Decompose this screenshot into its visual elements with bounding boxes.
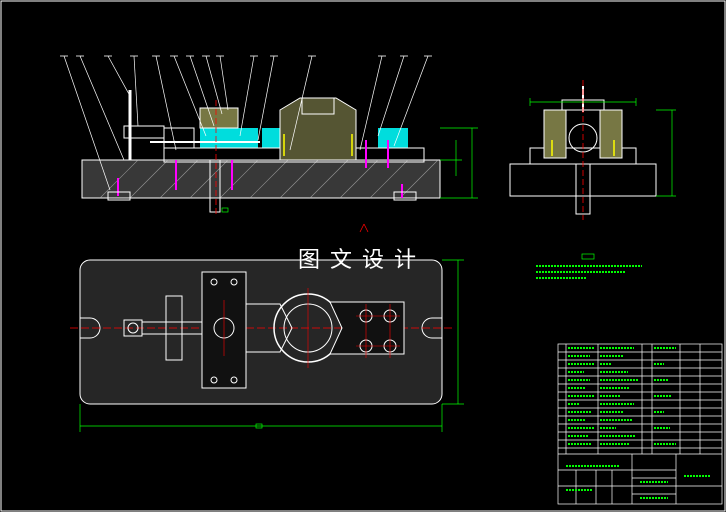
parts-list-entries	[566, 347, 710, 499]
section-marker	[359, 223, 369, 233]
bushing	[279, 97, 357, 161]
side-section-view	[509, 80, 676, 220]
title-block	[557, 343, 723, 505]
plan-view	[70, 259, 464, 432]
front-section-view	[60, 55, 478, 216]
technical-notes	[536, 253, 642, 279]
watermark-text: 图文设计	[298, 248, 427, 273]
clamp-block	[200, 128, 258, 148]
